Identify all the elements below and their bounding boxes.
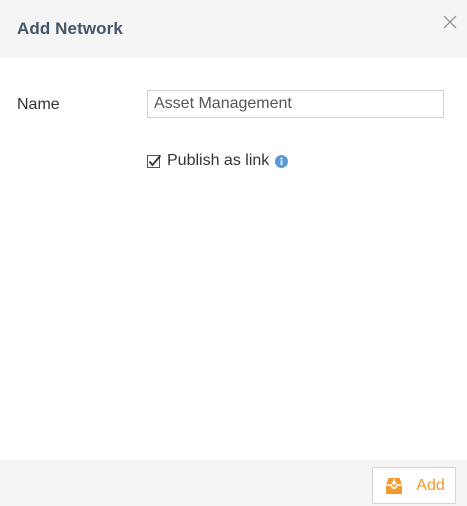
name-label: Name <box>17 96 60 113</box>
dialog-title: Add Network <box>17 19 123 38</box>
dialog-body <box>0 58 467 460</box>
close-icon[interactable] <box>440 12 460 32</box>
add-network-dialog: Add Network Name Publish as link <box>0 0 467 506</box>
dialog-header: Add Network <box>0 0 467 58</box>
publish-as-link-checkbox[interactable] <box>147 154 162 169</box>
inbox-download-icon <box>383 476 405 496</box>
publish-as-link-row: Publish as link <box>147 151 289 171</box>
publish-as-link-label[interactable]: Publish as link <box>167 152 269 170</box>
add-button-label: Add <box>416 476 445 494</box>
add-button[interactable]: Add <box>372 467 456 504</box>
info-icon[interactable] <box>275 154 289 168</box>
name-input[interactable] <box>147 90 444 118</box>
